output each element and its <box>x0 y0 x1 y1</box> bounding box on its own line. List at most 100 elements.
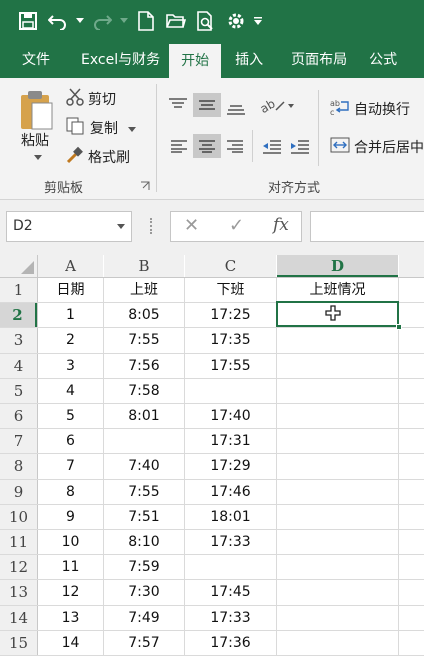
name-box[interactable]: D2 <box>6 211 132 242</box>
align-bottom-icon[interactable] <box>226 102 246 116</box>
table-cell[interactable]: 9 <box>38 505 103 530</box>
table-cell[interactable]: 7:40 <box>104 454 184 479</box>
row-header-15[interactable]: 15 <box>0 630 37 656</box>
increase-indent-icon[interactable] <box>290 139 310 155</box>
table-cell[interactable]: 1 <box>38 303 103 328</box>
row-header-12[interactable]: 12 <box>0 555 37 581</box>
table-cell[interactable]: 7:59 <box>104 555 184 580</box>
table-cell[interactable]: 17:55 <box>185 354 276 379</box>
row-header-7[interactable]: 7 <box>0 429 37 455</box>
table-cell[interactable]: 17:29 <box>185 454 276 479</box>
table-cell[interactable] <box>277 480 398 505</box>
table-cell[interactable] <box>104 429 184 454</box>
select-all-corner[interactable] <box>0 255 37 277</box>
table-cell[interactable]: 18:01 <box>185 505 276 530</box>
merge-center-button[interactable]: 合并后居中 <box>330 137 424 157</box>
insert-function-icon[interactable]: fx <box>273 215 289 235</box>
row-header-5[interactable]: 5 <box>0 378 37 404</box>
table-cell[interactable]: 5 <box>38 404 103 429</box>
table-cell[interactable] <box>277 379 398 404</box>
new-file-icon[interactable] <box>132 7 160 35</box>
table-cell[interactable]: 7:51 <box>104 505 184 530</box>
paste-icon[interactable] <box>18 88 58 132</box>
redo-icon[interactable] <box>88 7 116 35</box>
table-cell[interactable]: 4 <box>38 379 103 404</box>
table-cell[interactable]: 7:57 <box>104 631 184 656</box>
header-cell[interactable]: 上班 <box>104 278 184 303</box>
table-cell[interactable]: 8 <box>38 480 103 505</box>
table-cell[interactable]: 17:31 <box>185 429 276 454</box>
table-cell[interactable] <box>277 505 398 530</box>
decrease-indent-icon[interactable] <box>262 139 282 155</box>
orientation-icon[interactable]: ab <box>260 96 294 114</box>
format-painter-button[interactable]: 格式刷 <box>66 146 130 168</box>
row-header-4[interactable]: 4 <box>0 353 37 379</box>
table-cell[interactable]: 10 <box>38 530 103 555</box>
cut-button[interactable]: 剪切 <box>66 88 116 110</box>
table-cell[interactable]: 17:45 <box>185 580 276 605</box>
column-header-d[interactable]: D <box>277 255 398 277</box>
copy-dropdown-icon[interactable] <box>128 120 136 136</box>
table-cell[interactable] <box>277 454 398 479</box>
fill-handle[interactable] <box>396 324 402 330</box>
table-cell[interactable]: 7:58 <box>104 379 184 404</box>
gear-icon[interactable] <box>222 7 250 35</box>
formula-bar-splitter[interactable] <box>150 218 153 234</box>
table-cell[interactable] <box>185 379 276 404</box>
table-cell[interactable] <box>277 354 398 379</box>
row-header-14[interactable]: 14 <box>0 605 37 631</box>
row-header-9[interactable]: 9 <box>0 479 37 505</box>
table-cell[interactable]: 8:05 <box>104 303 184 328</box>
table-cell[interactable]: 7:55 <box>104 480 184 505</box>
tab-formulas[interactable]: 公式 <box>361 42 397 78</box>
table-cell[interactable]: 17:25 <box>185 303 276 328</box>
tab-insert[interactable]: 插入 <box>221 42 277 78</box>
table-cell[interactable] <box>277 429 398 454</box>
table-cell[interactable]: 6 <box>38 429 103 454</box>
table-cell[interactable]: 11 <box>38 555 103 580</box>
table-cell[interactable]: 17:33 <box>185 606 276 631</box>
column-header-e[interactable] <box>399 255 424 277</box>
open-folder-icon[interactable] <box>162 7 190 35</box>
redo-dropdown-icon[interactable] <box>118 7 130 35</box>
name-box-dropdown-icon[interactable] <box>117 224 125 229</box>
align-left-icon[interactable] <box>170 139 188 153</box>
table-cell[interactable]: 17:33 <box>185 530 276 555</box>
worksheet-grid[interactable]: A B C D 1 日期 上班 下班 上班情况 2 1 8:05 17:25 3 2 7:55 17:3… <box>0 255 424 656</box>
formula-input[interactable] <box>310 211 424 242</box>
wrap-text-button[interactable]: ab c 自动换行 <box>330 98 410 120</box>
table-cell[interactable]: 7:30 <box>104 580 184 605</box>
table-cell[interactable]: 8:10 <box>104 530 184 555</box>
table-cell[interactable]: 3 <box>38 354 103 379</box>
enter-icon[interactable]: ✓ <box>229 215 244 236</box>
paste-button[interactable]: 粘贴 <box>21 130 49 150</box>
table-cell[interactable]: 12 <box>38 580 103 605</box>
table-cell[interactable]: 13 <box>38 606 103 631</box>
table-cell[interactable] <box>185 555 276 580</box>
row-header-3[interactable]: 3 <box>0 328 37 354</box>
align-right-icon[interactable] <box>226 139 244 153</box>
table-cell[interactable]: 2 <box>38 328 103 353</box>
header-cell[interactable]: 下班 <box>185 278 276 303</box>
table-cell[interactable]: 17:36 <box>185 631 276 656</box>
row-header-13[interactable]: 13 <box>0 580 37 606</box>
table-cell[interactable]: 7:49 <box>104 606 184 631</box>
table-cell[interactable] <box>277 631 398 656</box>
row-header-6[interactable]: 6 <box>0 404 37 430</box>
row-header-1[interactable]: 1 <box>0 278 37 304</box>
table-cell[interactable] <box>277 606 398 631</box>
table-cell[interactable]: 17:46 <box>185 480 276 505</box>
table-cell[interactable] <box>277 404 398 429</box>
tab-file[interactable]: 文件 <box>0 42 70 78</box>
row-header-11[interactable]: 11 <box>0 530 37 556</box>
table-cell[interactable]: 8:01 <box>104 404 184 429</box>
table-cell[interactable] <box>277 580 398 605</box>
align-middle-icon[interactable] <box>193 93 221 117</box>
customize-toolbar-icon[interactable] <box>252 7 264 35</box>
header-cell[interactable]: 日期 <box>38 278 103 303</box>
column-header-b[interactable]: B <box>104 255 184 277</box>
table-cell[interactable]: 14 <box>38 631 103 656</box>
undo-dropdown-icon[interactable] <box>74 7 86 35</box>
save-icon[interactable] <box>14 7 42 35</box>
cancel-icon[interactable]: ✕ <box>184 215 199 236</box>
